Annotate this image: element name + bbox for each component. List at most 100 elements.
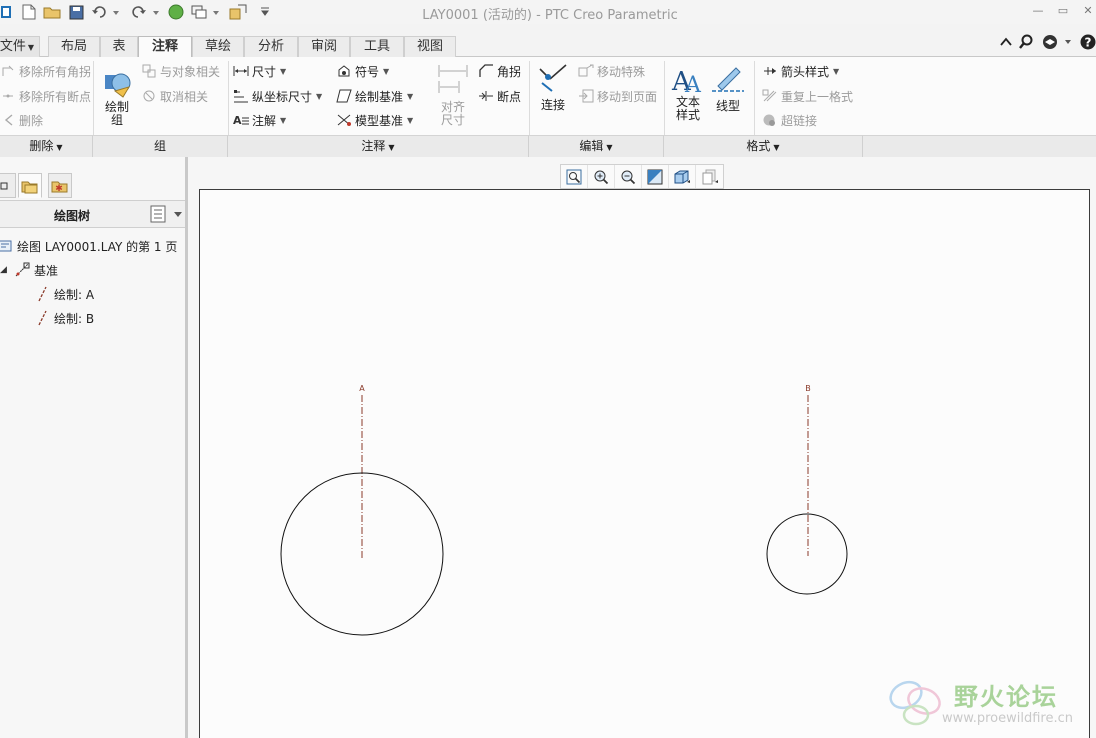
small-circle[interactable] [766, 513, 848, 595]
tree-item-datum[interactable]: ◢ 基准 [0, 261, 58, 279]
customize-toolbar-icon[interactable] [258, 3, 272, 21]
group-separator [664, 61, 665, 135]
tab-model-tree[interactable] [0, 173, 16, 198]
align-dimensions-button[interactable]: 对齐 尺寸 [433, 63, 473, 127]
move-special-button[interactable]: 移动特殊 [578, 62, 645, 80]
title-bar: LAY0001 (活动的) - PTC Creo Parametric — ▭ … [0, 0, 1096, 24]
line-style-button[interactable]: 线型 [708, 62, 748, 113]
tab-layout[interactable]: 布局 [48, 36, 100, 57]
tab-sketch[interactable]: 草绘 [192, 36, 244, 57]
open-folder-icon[interactable] [42, 3, 62, 21]
group-separator [228, 61, 229, 135]
draft-datum-button[interactable]: 绘制基准 ▼ [336, 87, 413, 105]
group-label-group: 组 [93, 135, 228, 157]
symbol-button[interactable]: 符号 ▼ [336, 62, 389, 80]
connect-label: 连接 [540, 98, 565, 112]
tree-item-draft-a[interactable]: 绘制: A [36, 285, 94, 303]
text-style-button[interactable]: AA 文本 样式 [668, 62, 708, 122]
datum-axis-a-label: A [359, 384, 365, 393]
ordinate-dimension-button[interactable]: 纵坐标尺寸 ▼ [233, 87, 322, 105]
datum-icon [15, 262, 30, 277]
navigator-panel: ✱ 绘图树 绘图 LAY0001.LAY 的第 1 页 ◢ 基准 绘制: A 绘… [0, 157, 188, 738]
relate-to-object-button[interactable]: 与对象相关 [141, 62, 220, 80]
tab-folder-browser[interactable] [18, 173, 42, 198]
refit-button[interactable] [561, 165, 588, 188]
remove-all-breaks-label: 移除所有断点 [19, 89, 92, 104]
tree-item-draft-b[interactable]: 绘制: B [36, 309, 94, 327]
help-icon[interactable]: ? [1079, 33, 1096, 51]
ribbon-tab-bar: 文件 ▼ 布局 表 注释 草绘 分析 审阅 工具 视图 ? [0, 33, 1096, 58]
minimize-ribbon-icon[interactable] [998, 33, 1014, 51]
close-icon[interactable]: ✕ [1080, 4, 1096, 18]
zoom-out-button[interactable] [615, 165, 642, 188]
sheets-icon [702, 169, 718, 184]
tab-analysis[interactable]: 分析 [244, 36, 298, 57]
dimension-button[interactable]: 尺寸 ▼ [233, 62, 286, 80]
remove-all-corners-button[interactable]: 移除所有角拐 [0, 62, 91, 80]
search-icon[interactable] [1017, 33, 1035, 51]
tab-table[interactable]: 表 [100, 36, 138, 57]
graphics-area[interactable]: A B 野火论坛 www.proewildfire.cn [188, 157, 1096, 738]
arrow-style-button[interactable]: 箭头样式 ▼ [762, 62, 839, 80]
tree-item-sheet[interactable]: 绘图 LAY0001.LAY 的第 1 页 [0, 237, 177, 255]
drawing-sheet[interactable]: A B [199, 189, 1090, 738]
tab-view[interactable]: 视图 [404, 36, 456, 57]
group-label-annotate[interactable]: 注释 ▼ [228, 135, 529, 157]
draw-group-button[interactable]: 绘制 组 [98, 65, 136, 127]
group-separator [529, 61, 530, 135]
group-separator [93, 61, 94, 135]
group-separator [754, 61, 755, 135]
expand-arrow-icon[interactable]: ◢ [0, 265, 14, 275]
window-title: LAY0001 (活动的) - PTC Creo Parametric [422, 8, 678, 23]
tab-annotate[interactable]: 注释 [138, 36, 192, 58]
zoom-in-button[interactable] [588, 165, 615, 188]
close-window-icon[interactable] [228, 3, 248, 21]
repeat-format-icon [762, 88, 778, 104]
delete-label: 删除 [19, 113, 44, 128]
tab-review[interactable]: 审阅 [298, 36, 350, 57]
undo-icon[interactable] [90, 3, 120, 21]
remove-all-breaks-button[interactable]: 移除所有断点 [0, 87, 91, 105]
display-style-button[interactable] [669, 165, 696, 188]
group-label-format[interactable]: 格式 ▼ [664, 135, 863, 157]
group-label-delete[interactable]: 删除 ▼ [0, 135, 93, 157]
tree-settings-icon[interactable] [148, 205, 184, 223]
new-file-icon[interactable] [20, 3, 38, 21]
minimize-icon[interactable]: — [1030, 4, 1046, 18]
dimension-label: 尺寸 [252, 64, 277, 79]
breakpoint-button[interactable]: 断点 [478, 87, 521, 105]
note-button[interactable]: A 注解 ▼ [233, 111, 286, 129]
delete-button[interactable]: 删除 [0, 111, 43, 129]
draft-datum-icon [336, 88, 352, 104]
repaint-button[interactable] [642, 165, 669, 188]
drawing-canvas: A B [280, 384, 848, 636]
sheets-button[interactable] [696, 165, 723, 188]
connect-button[interactable]: 连接 [534, 61, 572, 112]
drawing-tree-title: 绘图树 [54, 209, 91, 223]
model-datum-button[interactable]: 模型基准 ▼ [336, 111, 413, 129]
tree-item-datum-label: 基准 [34, 263, 59, 278]
tab-file[interactable]: 文件 ▼ [0, 36, 40, 57]
format-group-label: 格式 [746, 139, 771, 153]
app-icon[interactable] [0, 3, 14, 21]
tab-favorites[interactable]: ✱ [48, 173, 72, 198]
ordinate-dimension-icon [233, 88, 249, 104]
group-label-edit[interactable]: 编辑 ▼ [529, 135, 664, 157]
tree-item-draft-a-label: 绘制: A [54, 287, 95, 302]
move-to-sheet-button[interactable]: 移动到页面 [578, 87, 657, 105]
redo-icon[interactable] [128, 3, 162, 21]
jog-button[interactable]: 角拐 [478, 62, 521, 80]
tab-tools[interactable]: 工具 [350, 36, 404, 57]
unrelate-label: 取消相关 [160, 89, 209, 104]
hyperlink-button[interactable]: 超链接 [762, 111, 817, 129]
restore-icon[interactable]: ▭ [1055, 4, 1071, 18]
datum-axis-icon [38, 286, 47, 302]
save-icon[interactable] [67, 3, 85, 21]
remove-all-corners-label: 移除所有角拐 [19, 64, 92, 79]
unrelate-button[interactable]: 取消相关 [141, 87, 208, 105]
repeat-last-format-button[interactable]: 重复上一格式 [762, 87, 853, 105]
note-label: 注解 [252, 113, 277, 128]
windows-icon[interactable] [190, 3, 224, 21]
regenerate-icon[interactable] [167, 3, 185, 21]
learning-connector-icon[interactable] [1040, 33, 1074, 51]
